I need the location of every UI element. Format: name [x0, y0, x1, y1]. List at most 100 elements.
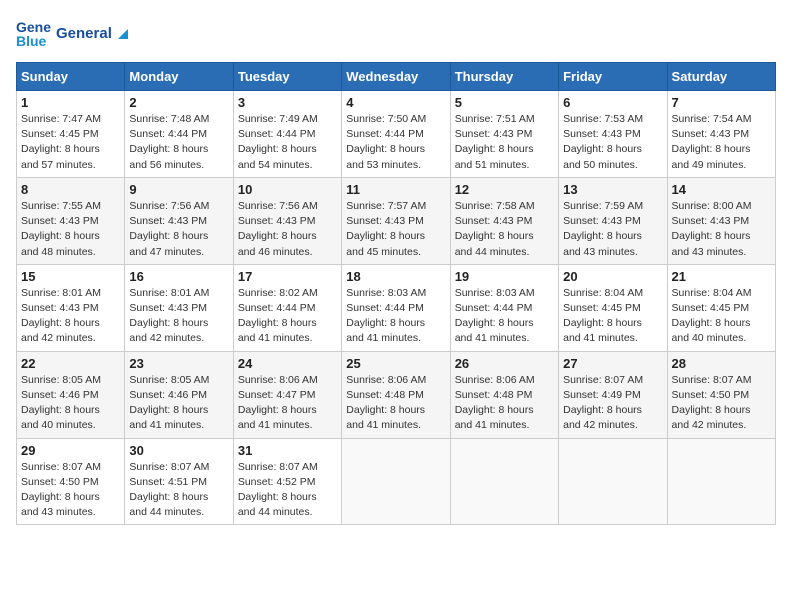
day-info: Sunrise: 7:51 AMSunset: 4:43 PMDaylight:… — [455, 112, 554, 173]
sunrise-text: Sunrise: 7:55 AM — [21, 199, 120, 214]
calendar-cell: 5Sunrise: 7:51 AMSunset: 4:43 PMDaylight… — [450, 91, 558, 178]
daylight-text-line2: and 43 minutes. — [21, 505, 120, 520]
day-number: 11 — [346, 182, 445, 197]
calendar-week-row: 15Sunrise: 8:01 AMSunset: 4:43 PMDayligh… — [17, 264, 776, 351]
sunrise-text: Sunrise: 7:56 AM — [129, 199, 228, 214]
day-number: 1 — [21, 95, 120, 110]
day-info: Sunrise: 7:50 AMSunset: 4:44 PMDaylight:… — [346, 112, 445, 173]
sunset-text: Sunset: 4:52 PM — [238, 475, 337, 490]
calendar-cell — [559, 438, 667, 525]
daylight-text-line2: and 50 minutes. — [563, 158, 662, 173]
day-info: Sunrise: 7:58 AMSunset: 4:43 PMDaylight:… — [455, 199, 554, 260]
calendar-cell: 8 Sunrise: 7:55 AMSunset: 4:43 PMDaylight… — [17, 177, 125, 264]
calendar-cell — [342, 438, 450, 525]
weekday-header-wednesday: Wednesday — [342, 63, 450, 91]
daylight-text-line1: Daylight: 8 hours — [346, 142, 445, 157]
sunset-text: Sunset: 4:47 PM — [238, 388, 337, 403]
day-info: Sunrise: 8:07 AMSunset: 4:50 PMDaylight:… — [21, 460, 120, 521]
daylight-text-line2: and 48 minutes. — [21, 245, 120, 260]
day-number: 10 — [238, 182, 337, 197]
sunset-text: Sunset: 4:44 PM — [346, 127, 445, 142]
day-number: 26 — [455, 356, 554, 371]
sunset-text: Sunset: 4:44 PM — [129, 127, 228, 142]
sunrise-text: Sunrise: 8:05 AM — [129, 373, 228, 388]
day-info: Sunrise: 8:07 AMSunset: 4:49 PMDaylight:… — [563, 373, 662, 434]
day-number: 28 — [672, 356, 771, 371]
sunrise-text: Sunrise: 8:07 AM — [563, 373, 662, 388]
day-number: 9 — [129, 182, 228, 197]
sunrise-text: Sunrise: 8:01 AM — [21, 286, 120, 301]
daylight-text-line2: and 40 minutes. — [672, 331, 771, 346]
daylight-text-line1: Daylight: 8 hours — [563, 316, 662, 331]
sunset-text: Sunset: 4:43 PM — [563, 214, 662, 229]
daylight-text-line1: Daylight: 8 hours — [129, 316, 228, 331]
daylight-text-line2: and 42 minutes. — [672, 418, 771, 433]
sunset-text: Sunset: 4:43 PM — [129, 214, 228, 229]
day-info: Sunrise: 7:59 AMSunset: 4:43 PMDaylight:… — [563, 199, 662, 260]
sunset-text: Sunset: 4:43 PM — [21, 301, 120, 316]
calendar-cell: 14Sunrise: 8:00 AMSunset: 4:43 PMDayligh… — [667, 177, 775, 264]
calendar-cell — [667, 438, 775, 525]
day-number: 8 — [21, 182, 120, 197]
sunrise-text: Sunrise: 7:59 AM — [563, 199, 662, 214]
logo-triangle-icon — [116, 27, 130, 41]
day-info: Sunrise: 7:57 AMSunset: 4:43 PMDaylight:… — [346, 199, 445, 260]
sunset-text: Sunset: 4:46 PM — [129, 388, 228, 403]
sunset-text: Sunset: 4:43 PM — [672, 214, 771, 229]
sunset-text: Sunset: 4:43 PM — [563, 127, 662, 142]
sunrise-text: Sunrise: 8:06 AM — [238, 373, 337, 388]
daylight-text-line2: and 43 minutes. — [672, 245, 771, 260]
day-info: Sunrise: 8:01 AMSunset: 4:43 PMDaylight:… — [21, 286, 120, 347]
daylight-text-line2: and 41 minutes. — [563, 331, 662, 346]
day-info: Sunrise: 7:49 AMSunset: 4:44 PMDaylight:… — [238, 112, 337, 173]
daylight-text-line1: Daylight: 8 hours — [129, 490, 228, 505]
daylight-text-line1: Daylight: 8 hours — [672, 403, 771, 418]
day-info: Sunrise: 8:07 AMSunset: 4:52 PMDaylight:… — [238, 460, 337, 521]
day-number: 2 — [129, 95, 228, 110]
svg-text:Blue: Blue — [16, 33, 47, 49]
calendar-cell: 6Sunrise: 7:53 AMSunset: 4:43 PMDaylight… — [559, 91, 667, 178]
calendar-cell: 11 Sunrise: 7:57 AMSunset: 4:43 PMDayligh… — [342, 177, 450, 264]
logo-general: General — [56, 26, 130, 43]
daylight-text-line2: and 51 minutes. — [455, 158, 554, 173]
daylight-text-line2: and 40 minutes. — [21, 418, 120, 433]
calendar-cell — [450, 438, 558, 525]
sunrise-text: Sunrise: 8:06 AM — [455, 373, 554, 388]
calendar-cell: 3Sunrise: 7:49 AMSunset: 4:44 PMDaylight… — [233, 91, 341, 178]
sunrise-text: Sunrise: 8:07 AM — [672, 373, 771, 388]
day-info: Sunrise: 8:04 AMSunset: 4:45 PMDaylight:… — [672, 286, 771, 347]
sunset-text: Sunset: 4:45 PM — [21, 127, 120, 142]
daylight-text-line1: Daylight: 8 hours — [238, 316, 337, 331]
daylight-text-line2: and 43 minutes. — [563, 245, 662, 260]
day-info: Sunrise: 7:55 AMSunset: 4:43 PMDaylight:… — [21, 199, 120, 260]
sunset-text: Sunset: 4:46 PM — [21, 388, 120, 403]
sunset-text: Sunset: 4:44 PM — [238, 301, 337, 316]
calendar-cell: 10Sunrise: 7:56 AMSunset: 4:43 PMDayligh… — [233, 177, 341, 264]
daylight-text-line2: and 44 minutes. — [455, 245, 554, 260]
calendar-cell: 30Sunrise: 8:07 AMSunset: 4:51 PMDayligh… — [125, 438, 233, 525]
daylight-text-line2: and 54 minutes. — [238, 158, 337, 173]
daylight-text-line1: Daylight: 8 hours — [21, 142, 120, 157]
sunset-text: Sunset: 4:43 PM — [672, 127, 771, 142]
day-info: Sunrise: 8:04 AMSunset: 4:45 PMDaylight:… — [563, 286, 662, 347]
daylight-text-line1: Daylight: 8 hours — [21, 316, 120, 331]
logo: General Blue General — [16, 16, 130, 52]
weekday-header-tuesday: Tuesday — [233, 63, 341, 91]
sunrise-text: Sunrise: 7:53 AM — [563, 112, 662, 127]
sunrise-text: Sunrise: 7:54 AM — [672, 112, 771, 127]
day-info: Sunrise: 8:02 AMSunset: 4:44 PMDaylight:… — [238, 286, 337, 347]
sunrise-text: Sunrise: 8:03 AM — [346, 286, 445, 301]
calendar-cell: 16Sunrise: 8:01 AMSunset: 4:43 PMDayligh… — [125, 264, 233, 351]
daylight-text-line1: Daylight: 8 hours — [563, 403, 662, 418]
daylight-text-line1: Daylight: 8 hours — [455, 403, 554, 418]
calendar-week-row: 1Sunrise: 7:47 AMSunset: 4:45 PMDaylight… — [17, 91, 776, 178]
daylight-text-line2: and 44 minutes. — [238, 505, 337, 520]
logo-text: General — [56, 26, 130, 43]
daylight-text-line1: Daylight: 8 hours — [455, 316, 554, 331]
sunrise-text: Sunrise: 8:02 AM — [238, 286, 337, 301]
day-info: Sunrise: 8:05 AMSunset: 4:46 PMDaylight:… — [129, 373, 228, 434]
daylight-text-line2: and 42 minutes. — [563, 418, 662, 433]
day-info: Sunrise: 8:05 AMSunset: 4:46 PMDaylight:… — [21, 373, 120, 434]
day-number: 14 — [672, 182, 771, 197]
sunset-text: Sunset: 4:49 PM — [563, 388, 662, 403]
